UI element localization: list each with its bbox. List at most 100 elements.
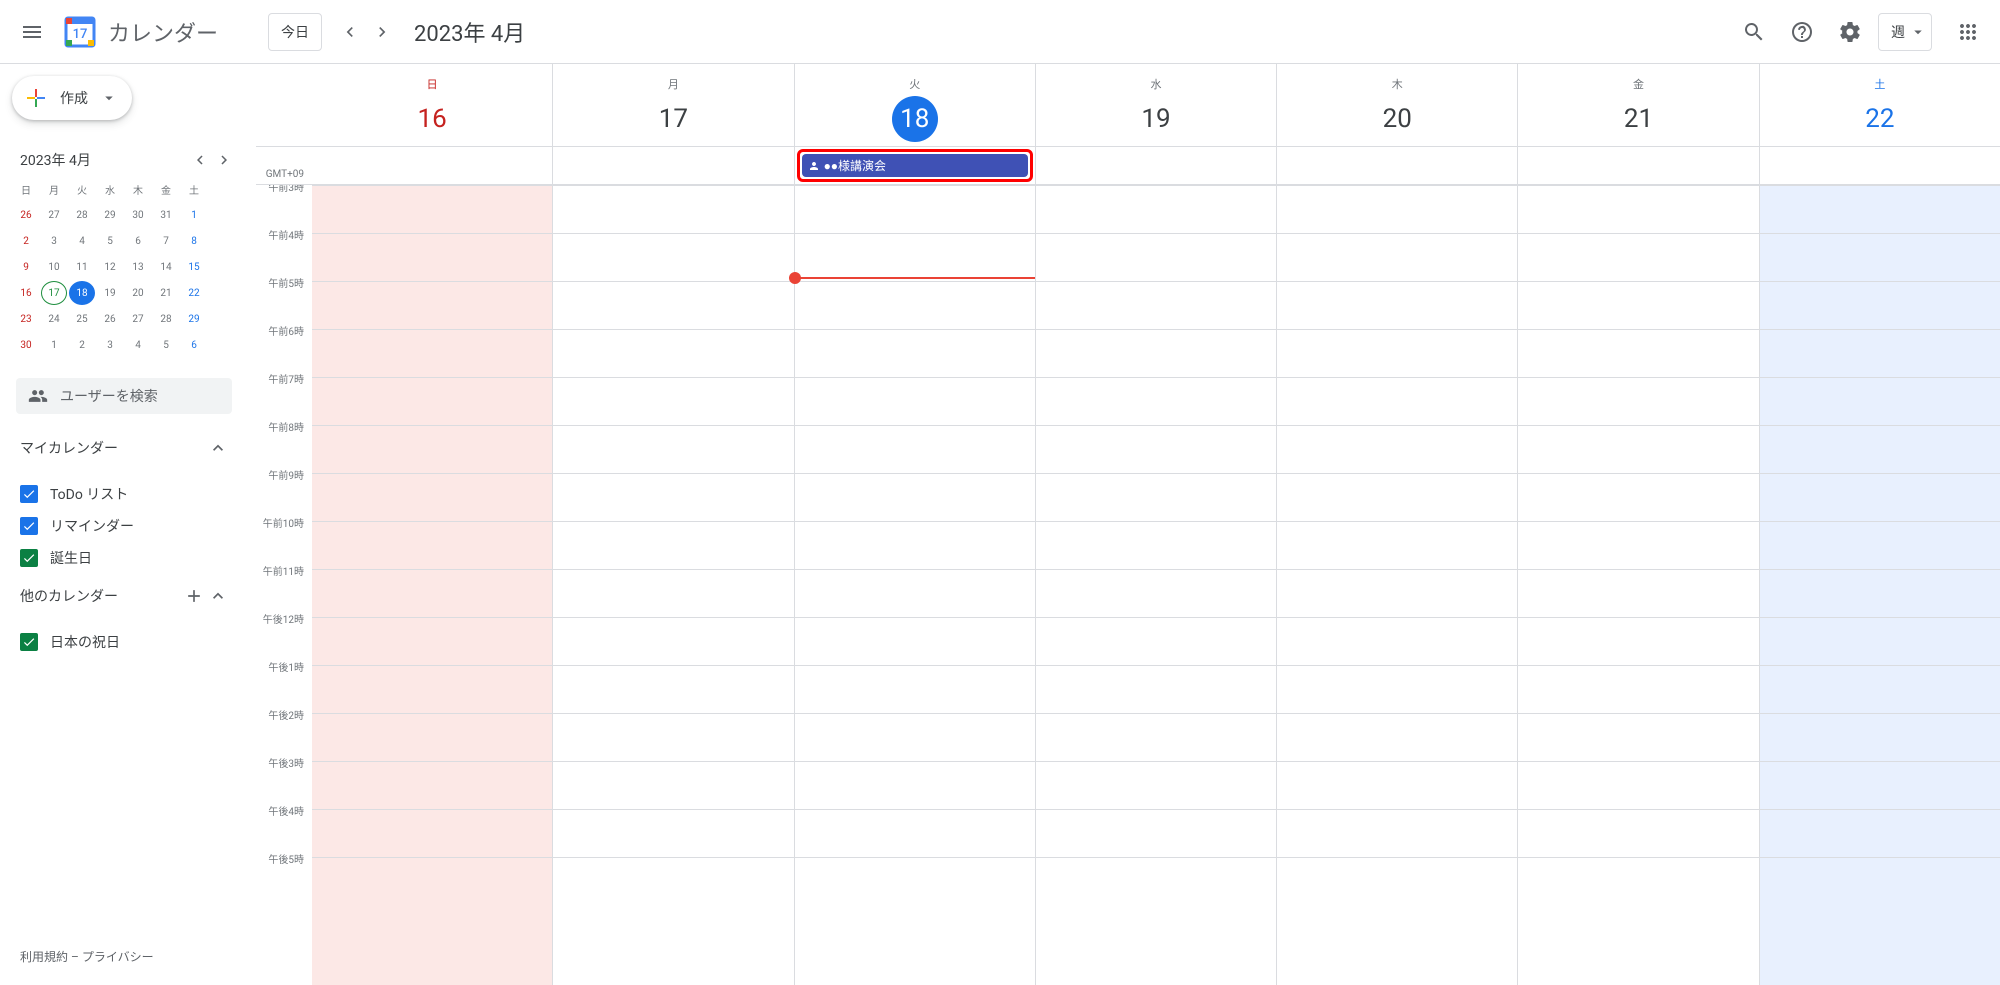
mini-day-header: 水 (97, 177, 123, 201)
event-chip[interactable]: ●●様講演会 (802, 154, 1028, 177)
mini-day-cell[interactable]: 1 (181, 203, 207, 227)
mini-day-cell[interactable]: 3 (97, 333, 123, 357)
plus-icon[interactable] (184, 586, 204, 606)
mini-day-cell[interactable]: 10 (41, 255, 67, 279)
mini-day-cell[interactable]: 26 (97, 307, 123, 331)
day-column[interactable] (312, 185, 552, 985)
mini-day-cell[interactable]: 8 (181, 229, 207, 253)
day-header[interactable]: 月17 (552, 64, 793, 146)
mini-day-cell[interactable]: 2 (69, 333, 95, 357)
day-number: 17 (650, 96, 696, 142)
mini-day-cell[interactable]: 5 (153, 333, 179, 357)
mini-day-cell[interactable]: 21 (153, 281, 179, 305)
time-label: 午前8時 (256, 419, 312, 467)
mini-day-cell[interactable]: 11 (69, 255, 95, 279)
mini-next-button[interactable] (212, 148, 236, 172)
mini-day-cell[interactable]: 6 (181, 333, 207, 357)
mini-day-cell[interactable]: 1 (41, 333, 67, 357)
mini-day-cell[interactable]: 25 (69, 307, 95, 331)
apps-button[interactable] (1944, 8, 1992, 56)
allday-cell[interactable] (1517, 147, 1758, 184)
mini-day-cell[interactable]: 26 (13, 203, 39, 227)
day-header[interactable]: 木20 (1276, 64, 1517, 146)
mini-day-cell[interactable]: 18 (69, 281, 95, 305)
mini-day-cell[interactable]: 6 (125, 229, 151, 253)
day-header[interactable]: 水19 (1035, 64, 1276, 146)
week-grid[interactable]: 午前3時午前4時午前5時午前6時午前7時午前8時午前9時午前10時午前11時午後… (256, 185, 2000, 985)
menu-button[interactable] (8, 8, 56, 56)
next-week-button[interactable] (366, 16, 398, 48)
mini-day-cell[interactable]: 15 (181, 255, 207, 279)
mini-day-cell[interactable]: 16 (13, 281, 39, 305)
calendar-item[interactable]: ToDo リスト (12, 478, 236, 510)
allday-cell[interactable] (1276, 147, 1517, 184)
time-label: 午後1時 (256, 659, 312, 707)
mini-prev-button[interactable] (188, 148, 212, 172)
mini-day-cell[interactable]: 20 (125, 281, 151, 305)
day-column[interactable] (1276, 185, 1517, 985)
mini-day-cell[interactable]: 23 (13, 307, 39, 331)
day-header[interactable]: 金21 (1517, 64, 1758, 146)
mini-day-cell[interactable]: 22 (181, 281, 207, 305)
mini-day-cell[interactable]: 4 (69, 229, 95, 253)
mini-day-cell[interactable]: 24 (41, 307, 67, 331)
prev-week-button[interactable] (334, 16, 366, 48)
checkbox-icon[interactable] (20, 549, 38, 567)
allday-cell[interactable] (552, 147, 793, 184)
day-column[interactable] (794, 185, 1035, 985)
checkbox-icon[interactable] (20, 517, 38, 535)
calendar-logo-icon: 17 (60, 12, 100, 52)
mini-day-cell[interactable]: 2 (13, 229, 39, 253)
checkbox-icon[interactable] (20, 485, 38, 503)
mini-day-cell[interactable]: 12 (97, 255, 123, 279)
mini-day-cell[interactable]: 17 (41, 281, 67, 305)
other-calendars-header[interactable]: 他のカレンダー (12, 574, 236, 618)
allday-cell[interactable]: ●●様講演会 (794, 147, 1035, 184)
mini-day-cell[interactable]: 13 (125, 255, 151, 279)
calendar-item[interactable]: 日本の祝日 (12, 626, 236, 658)
calendar-item[interactable]: 誕生日 (12, 542, 236, 574)
mini-day-cell[interactable]: 27 (125, 307, 151, 331)
settings-button[interactable] (1826, 8, 1874, 56)
mini-day-cell[interactable]: 27 (41, 203, 67, 227)
terms-link[interactable]: 利用規約 (20, 950, 68, 964)
mini-day-cell[interactable]: 30 (13, 333, 39, 357)
mini-day-cell[interactable]: 9 (13, 255, 39, 279)
day-column[interactable] (1517, 185, 1758, 985)
mini-day-cell[interactable]: 7 (153, 229, 179, 253)
my-calendars-header[interactable]: マイカレンダー (12, 426, 236, 470)
checkbox-icon[interactable] (20, 633, 38, 651)
day-column[interactable] (552, 185, 793, 985)
allday-cell[interactable] (1759, 147, 2000, 184)
mini-day-cell[interactable]: 30 (125, 203, 151, 227)
mini-day-cell[interactable]: 3 (41, 229, 67, 253)
mini-day-cell[interactable]: 31 (153, 203, 179, 227)
allday-cell[interactable] (312, 147, 552, 184)
search-users-button[interactable]: ユーザーを検索 (16, 378, 232, 414)
day-header[interactable]: 日16 (312, 64, 552, 146)
privacy-link[interactable]: プライバシー (82, 950, 154, 964)
chevron-left-icon (340, 22, 360, 42)
create-button[interactable]: 作成 (12, 76, 132, 120)
day-header[interactable]: 土22 (1759, 64, 2000, 146)
day-column[interactable] (1035, 185, 1276, 985)
mini-day-cell[interactable]: 29 (181, 307, 207, 331)
mini-day-cell[interactable]: 28 (153, 307, 179, 331)
search-button[interactable] (1730, 8, 1778, 56)
mini-calendar: 日月火水木金土 26272829303112345678910111213141… (12, 176, 236, 358)
mini-day-cell[interactable]: 28 (69, 203, 95, 227)
chevron-left-icon (191, 151, 209, 169)
time-label: 午前3時 (256, 185, 312, 227)
mini-day-cell[interactable]: 19 (97, 281, 123, 305)
mini-day-cell[interactable]: 5 (97, 229, 123, 253)
allday-cell[interactable] (1035, 147, 1276, 184)
day-column[interactable] (1759, 185, 2000, 985)
calendar-item[interactable]: リマインダー (12, 510, 236, 542)
help-button[interactable] (1778, 8, 1826, 56)
today-button[interactable]: 今日 (268, 13, 322, 51)
mini-day-cell[interactable]: 29 (97, 203, 123, 227)
mini-day-cell[interactable]: 4 (125, 333, 151, 357)
view-selector[interactable]: 週 (1878, 13, 1932, 51)
mini-day-cell[interactable]: 14 (153, 255, 179, 279)
day-header[interactable]: 火18 (794, 64, 1035, 146)
